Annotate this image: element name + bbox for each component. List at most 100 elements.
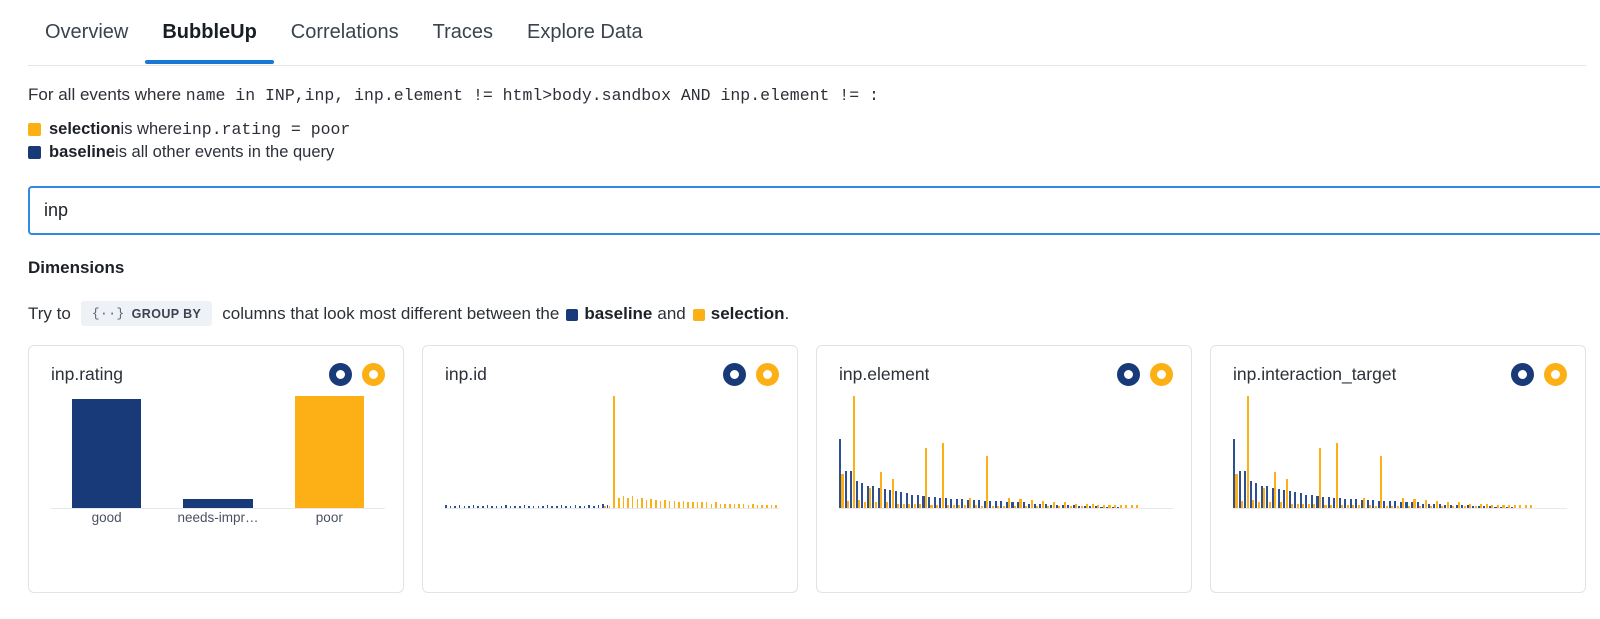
chart-category-label: poor (274, 510, 385, 532)
dimension-search-wrap (28, 186, 1600, 235)
selection-bar (604, 506, 606, 508)
selection-bar (1114, 505, 1116, 508)
selection-bar (1108, 505, 1110, 508)
query-description: For all events where name in INP,inp, in… (28, 84, 879, 107)
selection-bar (734, 504, 736, 508)
selection-bar (869, 488, 871, 508)
selection-bar (1097, 505, 1099, 508)
tab-explore-data[interactable]: Explore Data (510, 14, 660, 64)
selection-bar (919, 504, 921, 508)
selection-bar (655, 500, 657, 508)
selection-bar (1302, 504, 1304, 508)
baseline-bar (524, 505, 526, 508)
selection-bar (1369, 505, 1371, 508)
tab-traces[interactable]: Traces (416, 14, 510, 64)
selection-bar (738, 504, 740, 508)
tab-overview[interactable]: Overview (28, 14, 145, 64)
selection-bar (958, 505, 960, 508)
chart-series (839, 396, 1140, 508)
selection-bar (992, 506, 994, 508)
hint-baseline-label: baseline (584, 304, 652, 324)
selection-bar (678, 502, 680, 508)
card-donut-icons (723, 363, 779, 386)
legend-row-selection: selection is where inp.rating = poor (28, 118, 350, 141)
selection-donut-icon[interactable] (756, 363, 779, 386)
selection-bar (841, 474, 843, 508)
chart-category[interactable] (162, 396, 273, 508)
selection-bar (627, 498, 629, 508)
selection-bar (1486, 504, 1488, 508)
baseline-bar (505, 505, 507, 508)
baseline-donut-icon[interactable] (1117, 363, 1140, 386)
chart-tick[interactable] (773, 396, 778, 508)
selection-bar (1263, 488, 1265, 508)
selection-bar (697, 502, 699, 508)
dimension-card[interactable]: inp.id (422, 345, 798, 593)
card-title: inp.rating (51, 364, 123, 385)
baseline-donut-icon[interactable] (329, 363, 352, 386)
selection-bar (1447, 502, 1449, 508)
selection-bar (880, 472, 882, 508)
selection-bar (1313, 504, 1315, 508)
selection-bar (715, 502, 717, 508)
selection-bar (1402, 498, 1404, 508)
selection-bar (664, 500, 666, 508)
chart-tick[interactable] (1528, 396, 1534, 508)
tab-bubbleup[interactable]: BubbleUp (145, 14, 273, 64)
selection-donut-icon[interactable] (1150, 363, 1173, 386)
chart-category[interactable] (274, 396, 385, 508)
dimension-cards: inp.rating goodneeds-impr…poor inp.id inp.e… (28, 345, 1586, 593)
chart-category[interactable] (51, 396, 162, 508)
selection-bar (1131, 505, 1133, 508)
baseline-donut-icon[interactable] (1511, 363, 1534, 386)
selection-bar (892, 479, 894, 508)
dimension-card[interactable]: inp.interaction_target (1210, 345, 1586, 593)
selection-bar (761, 505, 763, 508)
baseline-donut-icon[interactable] (723, 363, 746, 386)
dimensions-heading: Dimensions (28, 258, 124, 278)
tab-correlations[interactable]: Correlations (274, 14, 416, 64)
baseline-bar (538, 506, 540, 508)
selection-bar (1042, 501, 1044, 508)
selection-donut-icon[interactable] (362, 363, 385, 386)
chart-category-labels: goodneeds-impr…poor (51, 510, 385, 532)
selection-bar (1258, 502, 1260, 508)
selection-bar (1053, 502, 1055, 508)
selection-bar (757, 505, 759, 508)
selection-bar (947, 505, 949, 508)
selection-bar (1436, 501, 1438, 508)
selection-bar (1452, 506, 1454, 508)
chart-tick[interactable] (1134, 396, 1140, 508)
selection-bar (908, 504, 910, 508)
selection-bar (1330, 505, 1332, 508)
selection-bar (858, 500, 860, 508)
selection-bar (1363, 498, 1365, 508)
hint-end: . (784, 304, 789, 324)
dimension-card[interactable]: inp.rating goodneeds-impr…poor (28, 345, 404, 593)
selection-bar (1047, 506, 1049, 508)
baseline-bar (593, 506, 595, 508)
baseline-bar (473, 505, 475, 508)
selection-bar (1469, 504, 1471, 508)
selection-bar (1025, 506, 1027, 508)
group-by-chip[interactable]: {··} GROUP BY (81, 301, 212, 326)
dimension-card[interactable]: inp.element (816, 345, 1192, 593)
selection-bar (1297, 504, 1299, 508)
selection-bar (618, 498, 620, 508)
selection-donut-icon[interactable] (1544, 363, 1567, 386)
selection-bar (1458, 502, 1460, 508)
selection-bar (1475, 506, 1477, 508)
chart-bar (183, 499, 252, 508)
baseline-bar (514, 506, 516, 508)
baseline-bar (556, 506, 558, 508)
baseline-bar (477, 506, 479, 508)
baseline-bar (579, 506, 581, 508)
card-title: inp.element (839, 364, 929, 385)
selection-bar (1036, 506, 1038, 508)
selection-bar (1380, 456, 1382, 508)
selection-bar (632, 496, 634, 508)
selection-bar (975, 505, 977, 508)
card-chart: goodneeds-impr…poor (51, 401, 385, 523)
search-input[interactable] (28, 186, 1600, 235)
hint-middle: columns that look most different between… (222, 304, 559, 324)
